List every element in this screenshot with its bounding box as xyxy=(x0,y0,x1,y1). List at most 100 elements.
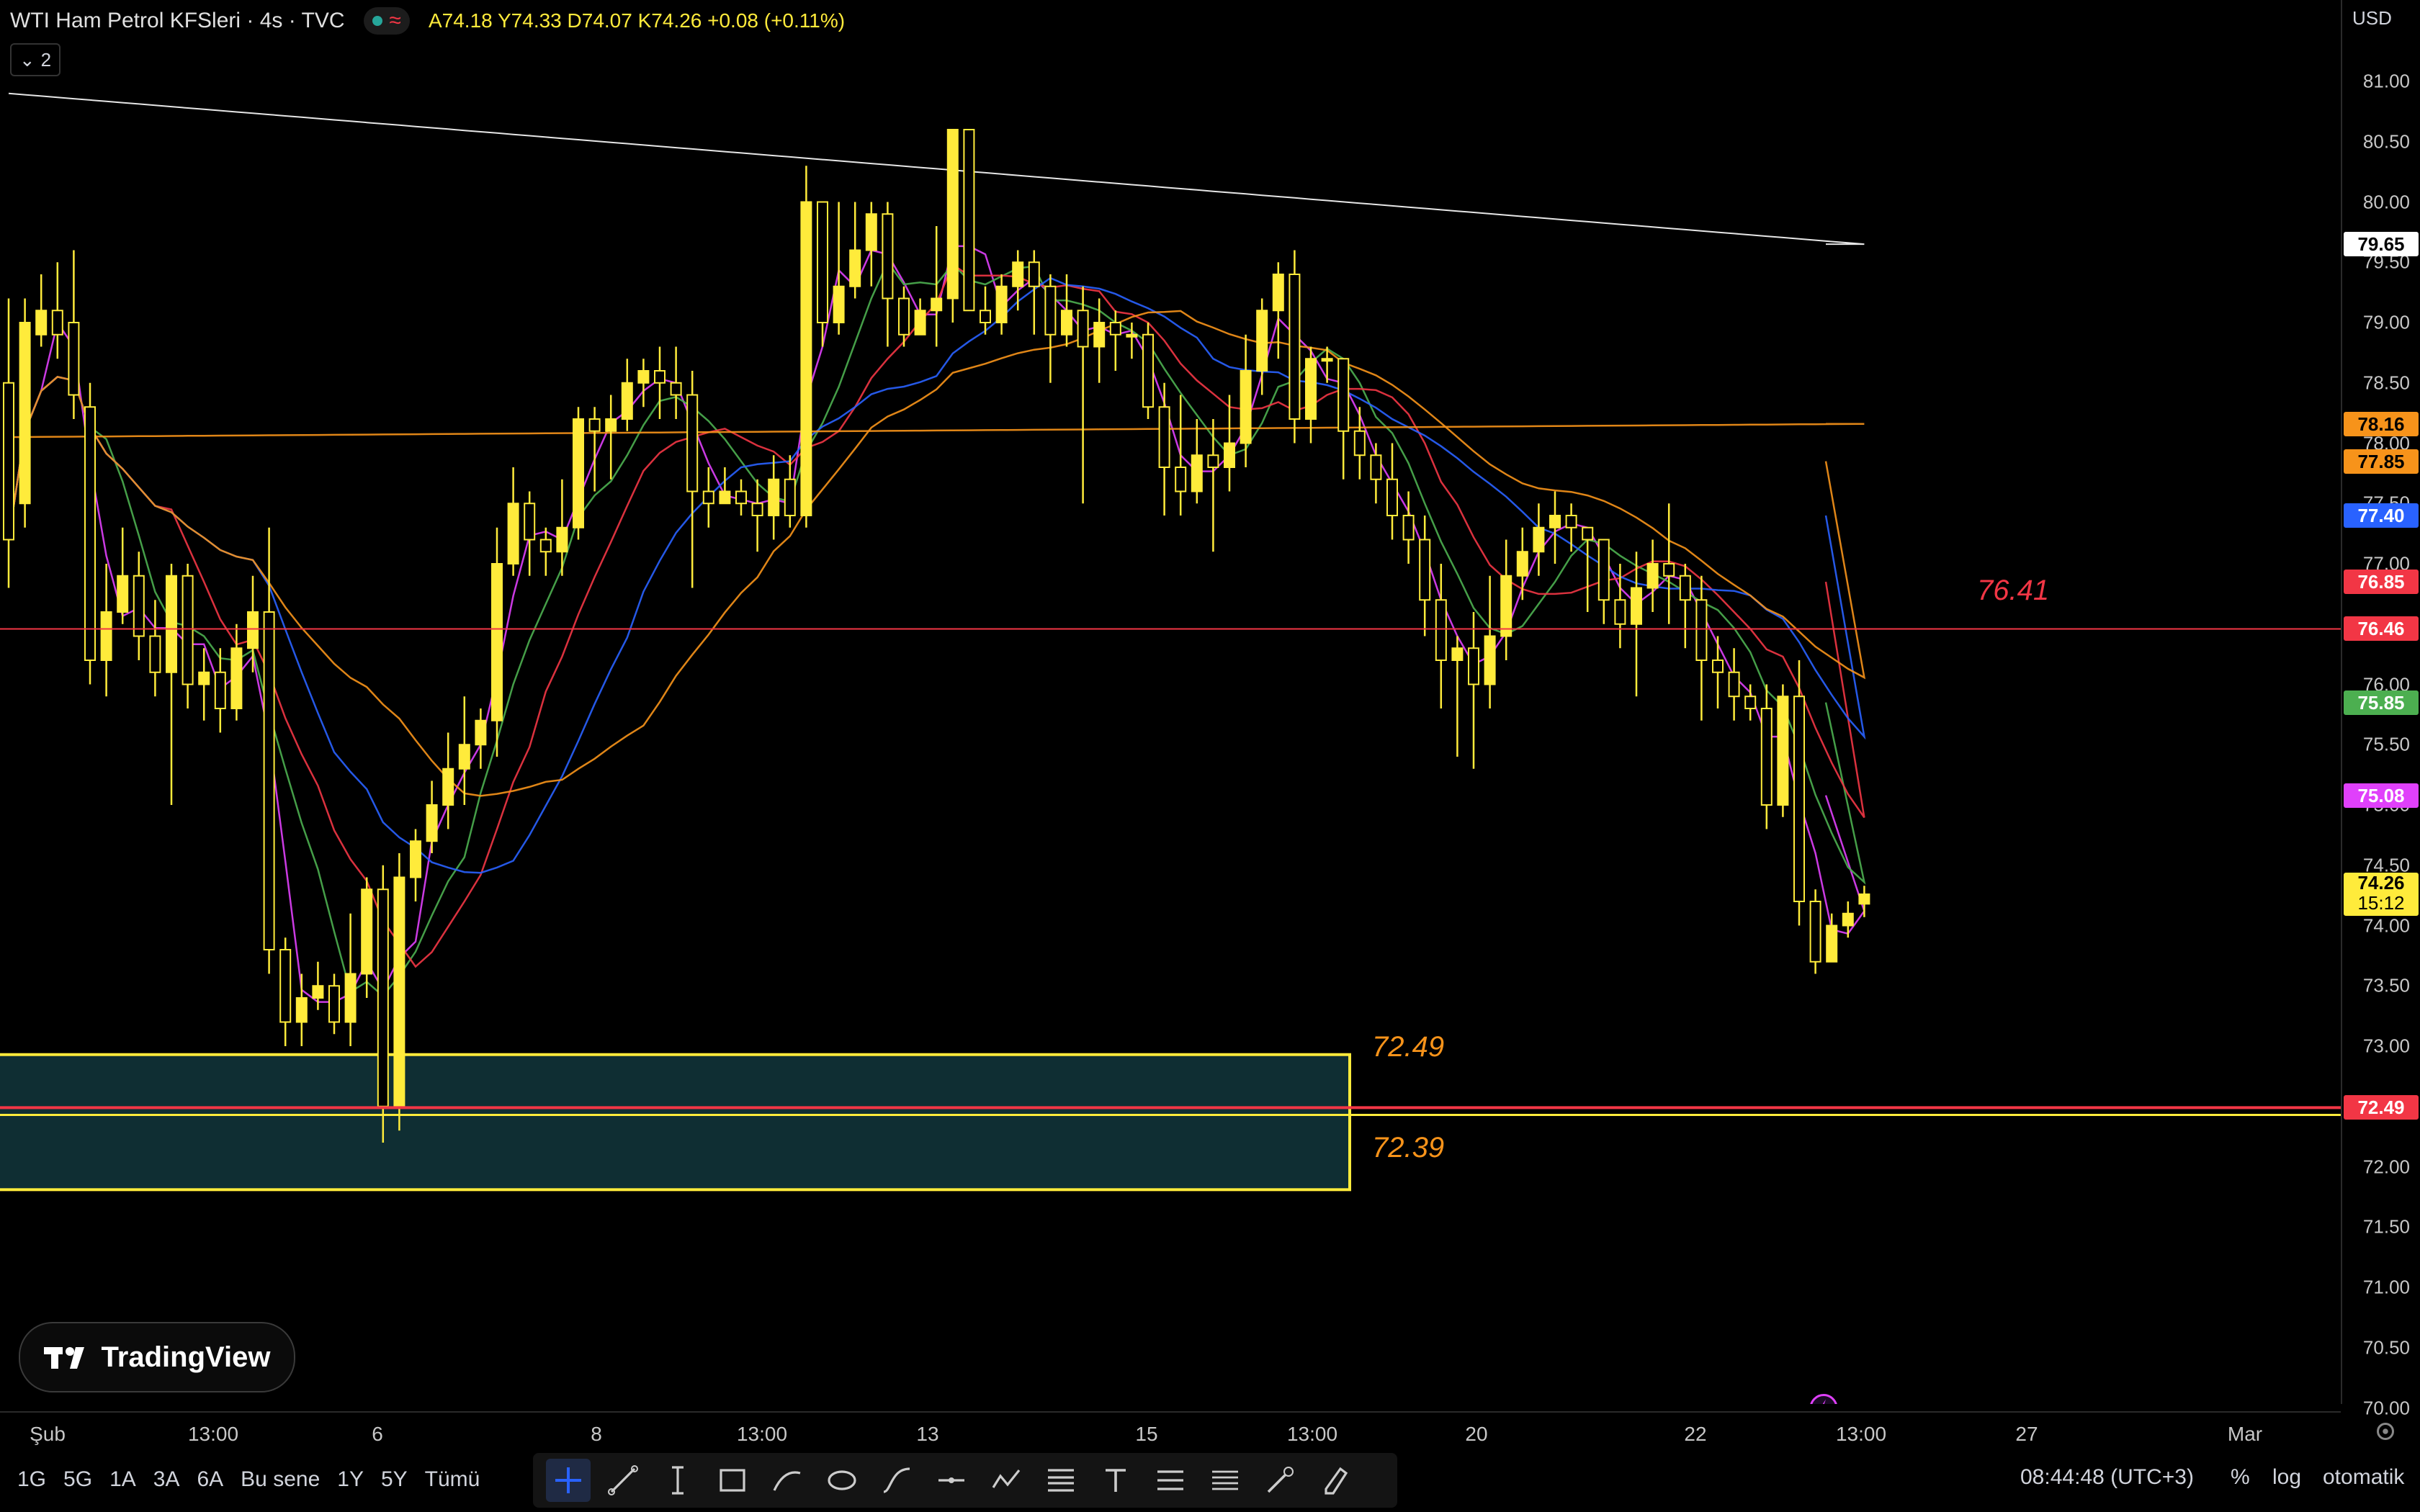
candle-body xyxy=(1272,274,1284,312)
candle-body xyxy=(1793,696,1805,902)
text-tool-icon[interactable] xyxy=(1093,1459,1138,1502)
candle-body xyxy=(702,490,714,505)
candle-body xyxy=(84,406,96,661)
price-tick: 80.50 xyxy=(2362,130,2410,153)
time-tick: 13:00 xyxy=(1286,1423,1338,1445)
candle-body xyxy=(849,249,861,287)
candle-body xyxy=(1175,467,1187,492)
candle-body xyxy=(1468,647,1479,685)
candle-body xyxy=(1109,322,1121,336)
time-tick: 13 xyxy=(916,1423,939,1445)
market-status-indicator[interactable]: ≈ xyxy=(363,7,410,35)
time-tick: 13:00 xyxy=(736,1423,788,1445)
brush-tool-icon[interactable] xyxy=(1258,1459,1302,1502)
candle-body xyxy=(1435,599,1447,661)
candle-body xyxy=(1777,696,1789,806)
candle-body xyxy=(19,322,31,505)
moving-average-line xyxy=(8,423,1865,438)
path-tool-icon[interactable] xyxy=(765,1459,810,1502)
rectangle-tool-icon[interactable] xyxy=(710,1459,755,1502)
period-button[interactable]: Tümü xyxy=(425,1467,480,1492)
candle-body xyxy=(133,575,145,637)
period-button[interactable]: 1G xyxy=(17,1467,46,1492)
candle-body xyxy=(1126,333,1138,338)
time-axis[interactable]: Şub 13:00 6 8 13:00 13 15 13:00 20 22 13:00 27 Mar xyxy=(0,1411,2341,1449)
candle-body xyxy=(51,310,63,336)
candle-body xyxy=(1679,575,1691,601)
short-position-tool-icon[interactable] xyxy=(1203,1459,1247,1502)
price-tick: 79.00 xyxy=(2362,311,2410,333)
clock-timezone[interactable]: 08:44:48 (UTC+3) xyxy=(2020,1465,2194,1490)
long-position-tool-icon[interactable] xyxy=(1148,1459,1193,1502)
candle-body xyxy=(946,129,959,300)
candle-body xyxy=(1695,599,1708,661)
candle-body xyxy=(1191,454,1203,492)
candle-body xyxy=(1631,587,1642,625)
legend-toggle-button[interactable]: ⌄ 2 xyxy=(10,43,60,76)
price-tick: 81.00 xyxy=(2362,70,2410,92)
tradingview-logo-icon xyxy=(43,1347,84,1369)
candle-body xyxy=(328,985,340,1023)
candle-body xyxy=(1256,310,1268,372)
candle-body xyxy=(1728,671,1740,698)
candle-body xyxy=(1012,261,1024,287)
fib-retracement-tool-icon[interactable] xyxy=(1039,1459,1083,1502)
crosshair-tool-icon[interactable] xyxy=(546,1459,591,1502)
percent-scale-toggle[interactable]: % xyxy=(2231,1465,2250,1490)
candle-body xyxy=(1370,454,1382,480)
candle-body xyxy=(1500,575,1512,637)
price-badge: 77.85 xyxy=(2344,449,2419,474)
candle-body xyxy=(1565,515,1577,528)
period-button[interactable]: 5G xyxy=(63,1467,92,1492)
price-chart[interactable] xyxy=(0,0,2341,1404)
tradingview-logo[interactable]: TradingView xyxy=(19,1322,295,1392)
price-tick: 71.50 xyxy=(2362,1215,2410,1238)
period-button[interactable]: 1Y xyxy=(337,1467,364,1492)
candle-body xyxy=(735,490,747,505)
horizontal-ray-tool-icon[interactable] xyxy=(929,1459,974,1502)
time-tick: 13:00 xyxy=(187,1423,239,1445)
candle-body xyxy=(1533,526,1545,553)
resistance-label[interactable]: 76.41 xyxy=(1977,575,2049,607)
period-button[interactable]: Bu sene xyxy=(241,1467,320,1492)
alert-lightning-icon[interactable] xyxy=(1810,1394,1837,1405)
candle-body xyxy=(914,310,926,336)
currency-label[interactable]: USD xyxy=(2352,7,2392,30)
candle-body xyxy=(637,370,650,384)
polyline-tool-icon[interactable] xyxy=(984,1459,1028,1502)
time-tick: 22 xyxy=(1684,1423,1707,1445)
candle-body xyxy=(1582,526,1594,541)
candle-body xyxy=(539,539,552,553)
candle-body xyxy=(149,635,161,673)
zone-bottom-label[interactable]: 72.39 xyxy=(1372,1132,1444,1164)
candle-body xyxy=(1337,358,1350,432)
ellipse-tool-icon[interactable] xyxy=(820,1459,864,1502)
candle-body xyxy=(1419,539,1431,601)
candle-body xyxy=(898,297,910,336)
curve-tool-icon[interactable] xyxy=(874,1459,919,1502)
trend-line-tool-icon[interactable] xyxy=(601,1459,645,1502)
candle-body xyxy=(1207,454,1219,468)
price-axis[interactable]: USD 81.00 80.50 80.00 79.50 79.00 78.50 78.00 7… xyxy=(2341,0,2420,1418)
vertical-line-tool-icon[interactable] xyxy=(655,1459,700,1502)
time-tick: Şub xyxy=(30,1423,66,1445)
candle-body xyxy=(556,526,568,553)
candle-body xyxy=(980,310,991,323)
settings-gear-icon[interactable] xyxy=(2372,1418,2398,1444)
candle-body xyxy=(3,382,14,541)
period-button[interactable]: 3A xyxy=(153,1467,180,1492)
period-button[interactable]: 6A xyxy=(197,1467,223,1492)
eraser-tool-icon[interactable] xyxy=(1312,1459,1357,1502)
candle-body xyxy=(1597,539,1610,601)
log-scale-toggle[interactable]: log xyxy=(2272,1465,2301,1490)
symbol-title[interactable]: WTI Ham Petrol KFSleri · 4s · TVC xyxy=(10,9,345,33)
period-button[interactable]: 5Y xyxy=(381,1467,408,1492)
period-button[interactable]: 1A xyxy=(109,1467,136,1492)
zone-top-label[interactable]: 72.49 xyxy=(1372,1031,1444,1063)
support-zone[interactable] xyxy=(0,1053,1351,1192)
candle-body xyxy=(263,611,275,950)
auto-scale-toggle[interactable]: otomatik xyxy=(2323,1465,2404,1490)
candle-body xyxy=(1712,660,1724,673)
candle-body xyxy=(1321,358,1333,362)
zone-rect[interactable] xyxy=(0,1053,1351,1192)
